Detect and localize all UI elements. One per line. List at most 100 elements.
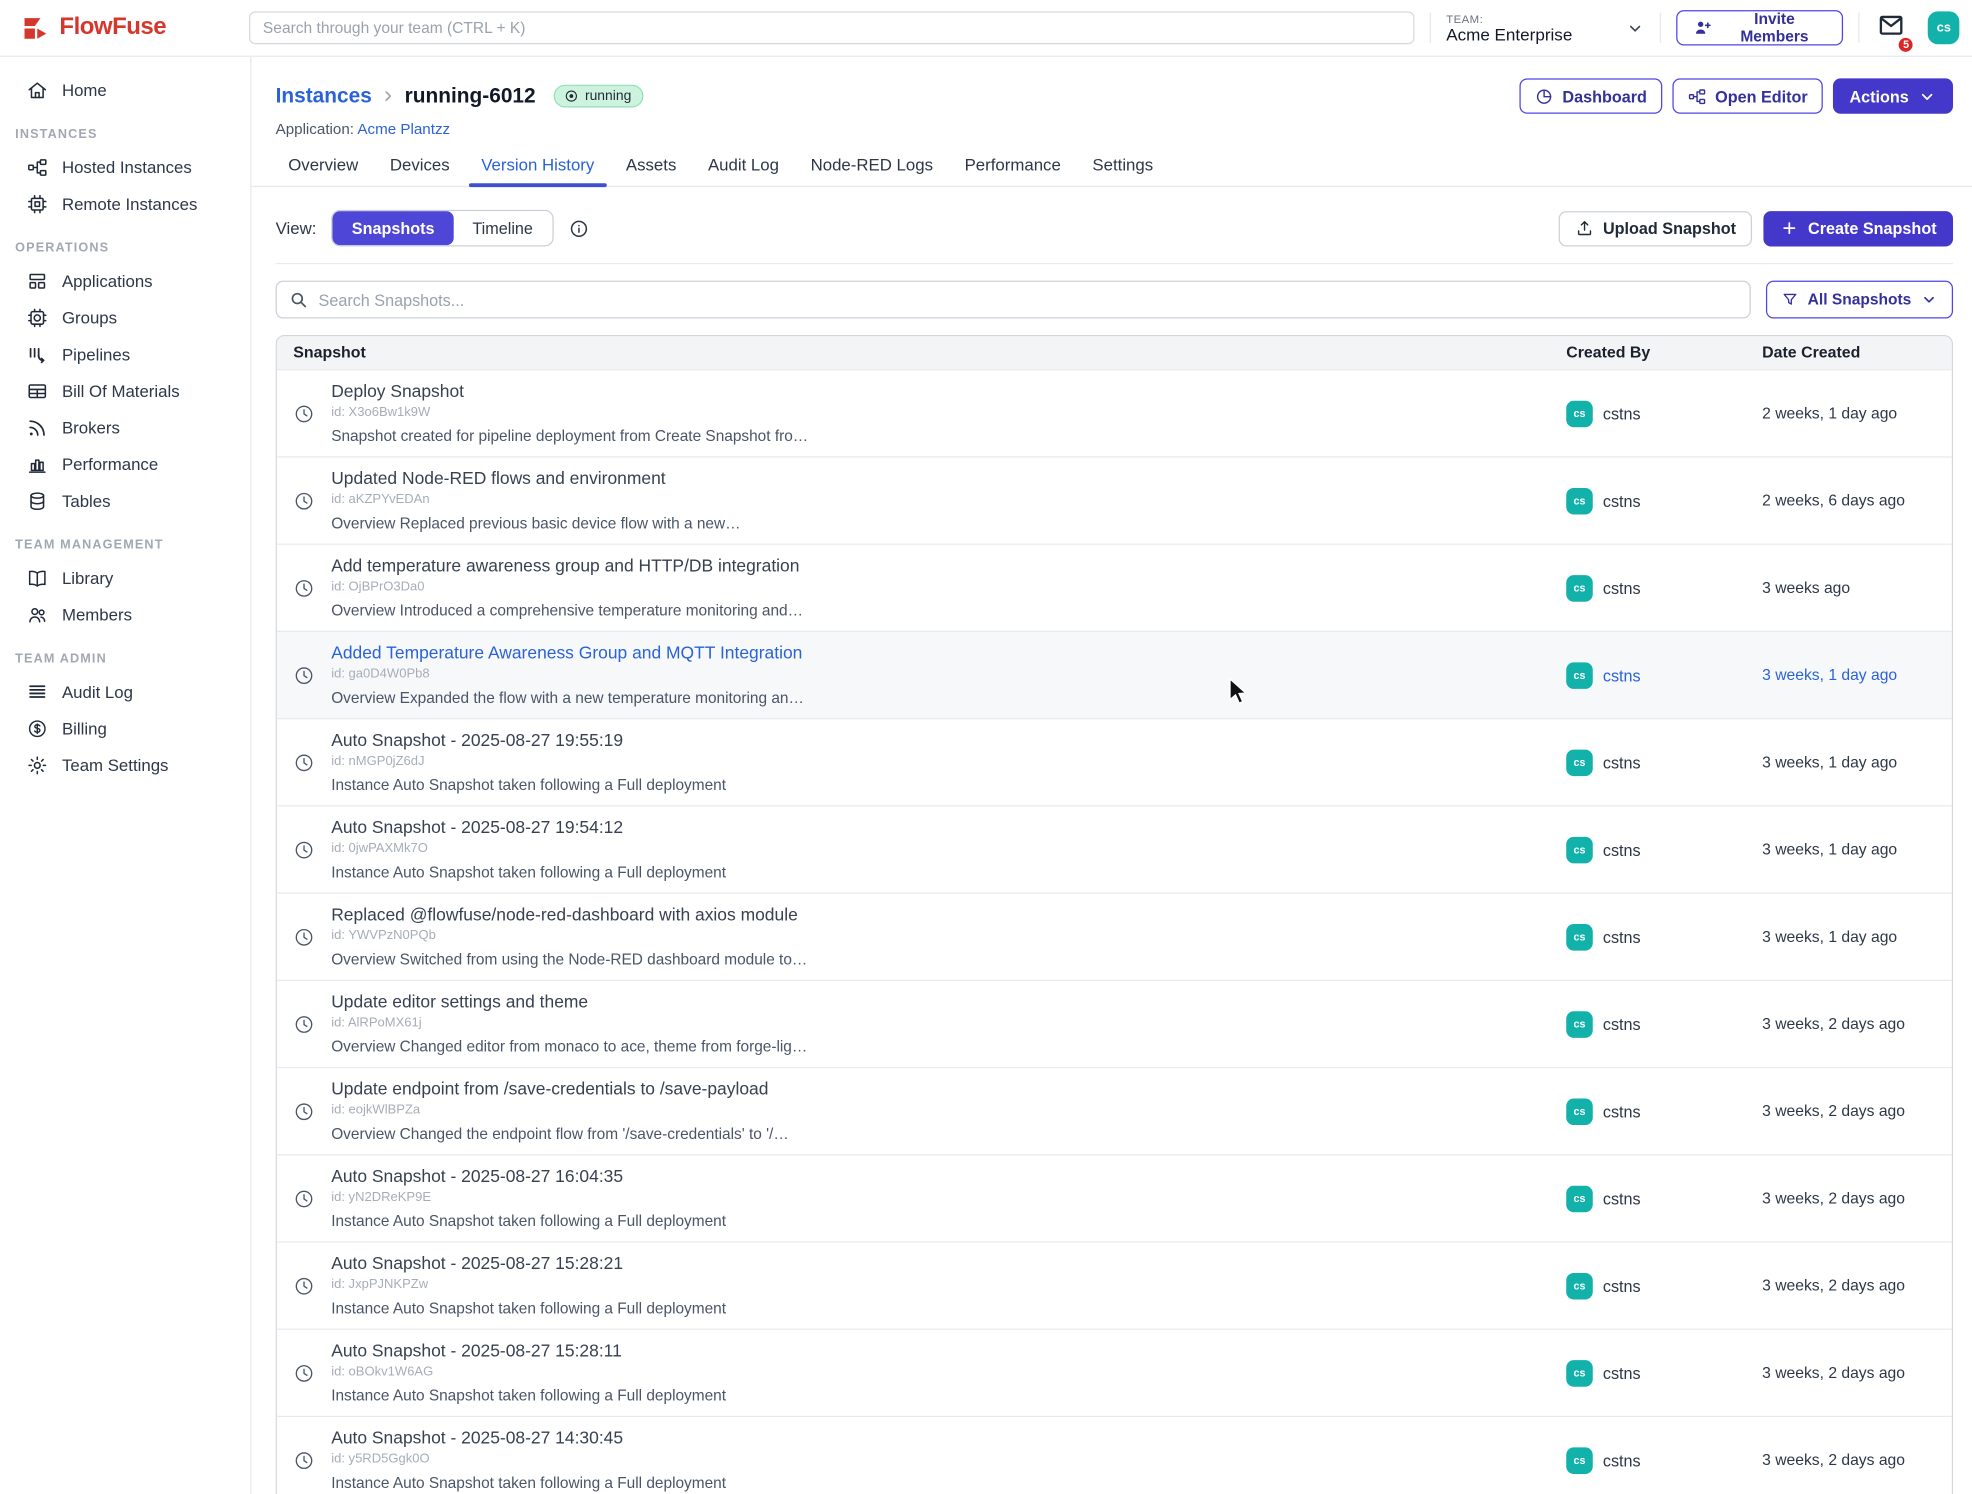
table-row[interactable]: Added Temperature Awareness Group and MQ… <box>277 631 1952 718</box>
sidebar-item-brokers[interactable]: Brokers <box>0 410 250 447</box>
chart-bar-icon <box>27 454 48 475</box>
sidebar-item-billing[interactable]: Billing <box>0 710 250 747</box>
team-name: Acme Enterprise <box>1446 25 1626 44</box>
sidebar-item-pipelines[interactable]: Pipelines <box>0 336 250 373</box>
sidebar-item-team-settings[interactable]: Team Settings <box>0 747 250 784</box>
sidebar-item-home[interactable]: Home <box>0 72 250 109</box>
sidebar-item-applications[interactable]: Applications <box>0 263 250 300</box>
flowfuse-logo[interactable]: FlowFuse <box>21 13 249 42</box>
invite-members-button[interactable]: Invite Members <box>1676 10 1843 45</box>
sidebar-item-performance[interactable]: Performance <box>0 446 250 483</box>
tab-devices[interactable]: Devices <box>377 155 462 185</box>
rss-icon <box>27 417 48 438</box>
invite-members-label: Invite Members <box>1722 10 1828 45</box>
team-search-input[interactable] <box>249 11 1415 44</box>
upload-snapshot-button[interactable]: Upload Snapshot <box>1559 210 1753 245</box>
application-link[interactable]: Acme Plantzz <box>357 120 450 138</box>
tab-overview[interactable]: Overview <box>276 155 371 185</box>
date-created: 3 weeks ago <box>1762 556 1952 619</box>
snapshot-title[interactable]: Update editor settings and theme <box>331 992 807 1012</box>
view-toggle-snapshots[interactable]: Snapshots <box>333 211 454 245</box>
table-row[interactable]: Auto Snapshot - 2025-08-27 19:54:12 id: … <box>277 805 1952 892</box>
breadcrumb-instances-link[interactable]: Instances <box>276 84 372 108</box>
snapshot-title[interactable]: Auto Snapshot - 2025-08-27 15:28:11 <box>331 1341 726 1361</box>
table-row[interactable]: Auto Snapshot - 2025-08-27 14:30:45 id: … <box>277 1416 1952 1494</box>
tab-performance[interactable]: Performance <box>952 155 1074 185</box>
snapshot-title[interactable]: Auto Snapshot - 2025-08-27 16:04:35 <box>331 1167 726 1187</box>
view-toolbar: View: Snapshots Timeline Upload Snapshot… <box>276 187 1953 264</box>
status-dot-icon <box>563 88 578 103</box>
snapshot-filter-dropdown[interactable]: All Snapshots <box>1766 281 1953 319</box>
snapshot-title[interactable]: Auto Snapshot - 2025-08-27 19:55:19 <box>331 731 726 751</box>
tab-settings[interactable]: Settings <box>1080 155 1166 185</box>
status-badge: running <box>553 85 644 108</box>
snapshot-title[interactable]: Added Temperature Awareness Group and MQ… <box>331 643 804 663</box>
pie-chart-icon <box>1535 87 1554 106</box>
creator-name: cstns <box>1603 666 1641 685</box>
snapshot-title[interactable]: Auto Snapshot - 2025-08-27 19:54:12 <box>331 818 726 838</box>
clock-icon <box>277 1341 331 1404</box>
snapshot-title[interactable]: Replaced @flowfuse/node-red-dashboard wi… <box>331 905 807 925</box>
view-toggle: Snapshots Timeline <box>332 210 554 247</box>
snapshot-description: Instance Auto Snapshot taken following a… <box>331 1387 726 1405</box>
snapshot-description: Overview Replaced previous basic device … <box>331 514 740 532</box>
table-row[interactable]: Update endpoint from /save-credentials t… <box>277 1067 1952 1154</box>
dashboard-button[interactable]: Dashboard <box>1519 78 1662 113</box>
table-row[interactable]: Replaced @flowfuse/node-red-dashboard wi… <box>277 892 1952 979</box>
sidebar-item-hosted-instances[interactable]: Hosted Instances <box>0 149 250 186</box>
sidebar-item-library[interactable]: Library <box>0 560 250 597</box>
table-row[interactable]: Auto Snapshot - 2025-08-27 15:28:11 id: … <box>277 1329 1952 1416</box>
snapshot-title[interactable]: Add temperature awareness group and HTTP… <box>331 556 803 576</box>
team-selector[interactable]: TEAM: Acme Enterprise <box>1446 12 1644 44</box>
view-toggle-timeline[interactable]: Timeline <box>453 211 551 245</box>
sidebar-item-groups[interactable]: Groups <box>0 300 250 337</box>
header-actions: Dashboard Open Editor Actions <box>1519 78 1953 113</box>
tab-version-history[interactable]: Version History <box>469 155 607 185</box>
snapshot-title[interactable]: Deploy Snapshot <box>331 382 808 402</box>
sidebar-item-label: Brokers <box>62 418 120 437</box>
snapshot-title[interactable]: Auto Snapshot - 2025-08-27 15:28:21 <box>331 1254 726 1274</box>
table-row[interactable]: Add temperature awareness group and HTTP… <box>277 544 1952 631</box>
snapshot-title[interactable]: Update endpoint from /save-credentials t… <box>331 1080 789 1100</box>
date-created: 3 weeks, 1 day ago <box>1762 731 1952 794</box>
table-row[interactable]: Deploy Snapshot id: X3o6Bw1k9W Snapshot … <box>277 369 1952 456</box>
notifications-button[interactable]: 5 <box>1878 11 1906 45</box>
sidebar-item-remote-instances[interactable]: Remote Instances <box>0 186 250 223</box>
brand-name: FlowFuse <box>59 14 166 42</box>
table-row[interactable]: Auto Snapshot - 2025-08-27 16:04:35 id: … <box>277 1154 1952 1241</box>
sidebar-item-audit-log[interactable]: Audit Log <box>0 674 250 711</box>
table-row[interactable]: Updated Node-RED flows and environment i… <box>277 456 1952 543</box>
tab-assets[interactable]: Assets <box>613 155 689 185</box>
snapshot-title[interactable]: Updated Node-RED flows and environment <box>331 469 740 489</box>
snapshot-search-input[interactable] <box>276 281 1751 319</box>
clock-icon <box>277 1080 331 1143</box>
home-icon <box>27 80 48 101</box>
table-row[interactable]: Auto Snapshot - 2025-08-27 15:28:21 id: … <box>277 1241 1952 1328</box>
info-icon[interactable] <box>568 218 588 238</box>
table-header: Snapshot Created By Date Created <box>277 336 1952 369</box>
create-snapshot-button[interactable]: Create Snapshot <box>1764 210 1953 245</box>
breadcrumb: Instances running-6012 running Dashboard <box>276 78 1953 113</box>
user-avatar[interactable]: cs <box>1928 11 1959 44</box>
creator-name: cstns <box>1603 753 1641 772</box>
clock-icon <box>277 905 331 968</box>
open-editor-button[interactable]: Open Editor <box>1672 78 1823 113</box>
table-row[interactable]: Auto Snapshot - 2025-08-27 19:55:19 id: … <box>277 718 1952 805</box>
sidebar-item-bill-of-materials[interactable]: Bill Of Materials <box>0 373 250 410</box>
table-row[interactable]: Update editor settings and theme id: AlR… <box>277 980 1952 1067</box>
tab-node-red-logs[interactable]: Node-RED Logs <box>798 155 946 185</box>
snapshot-description: Overview Changed the endpoint flow from … <box>331 1125 789 1143</box>
snapshot-title[interactable]: Auto Snapshot - 2025-08-27 14:30:45 <box>331 1428 726 1448</box>
funnel-icon <box>1781 291 1799 309</box>
sidebar-item-label: Library <box>62 569 113 588</box>
actions-button[interactable]: Actions <box>1833 78 1953 113</box>
date-created: 3 weeks, 1 day ago <box>1762 905 1952 968</box>
snapshot-search-row: All Snapshots <box>276 281 1953 319</box>
tab-audit-log[interactable]: Audit Log <box>695 155 791 185</box>
snapshot-description: Instance Auto Snapshot taken following a… <box>331 863 726 881</box>
sidebar-item-tables[interactable]: Tables <box>0 483 250 520</box>
plus-icon <box>1780 219 1799 238</box>
sidebar-item-members[interactable]: Members <box>0 597 250 634</box>
snapshot-id: id: aKZPYvEDAn <box>331 493 740 507</box>
creator-name: cstns <box>1603 927 1641 946</box>
